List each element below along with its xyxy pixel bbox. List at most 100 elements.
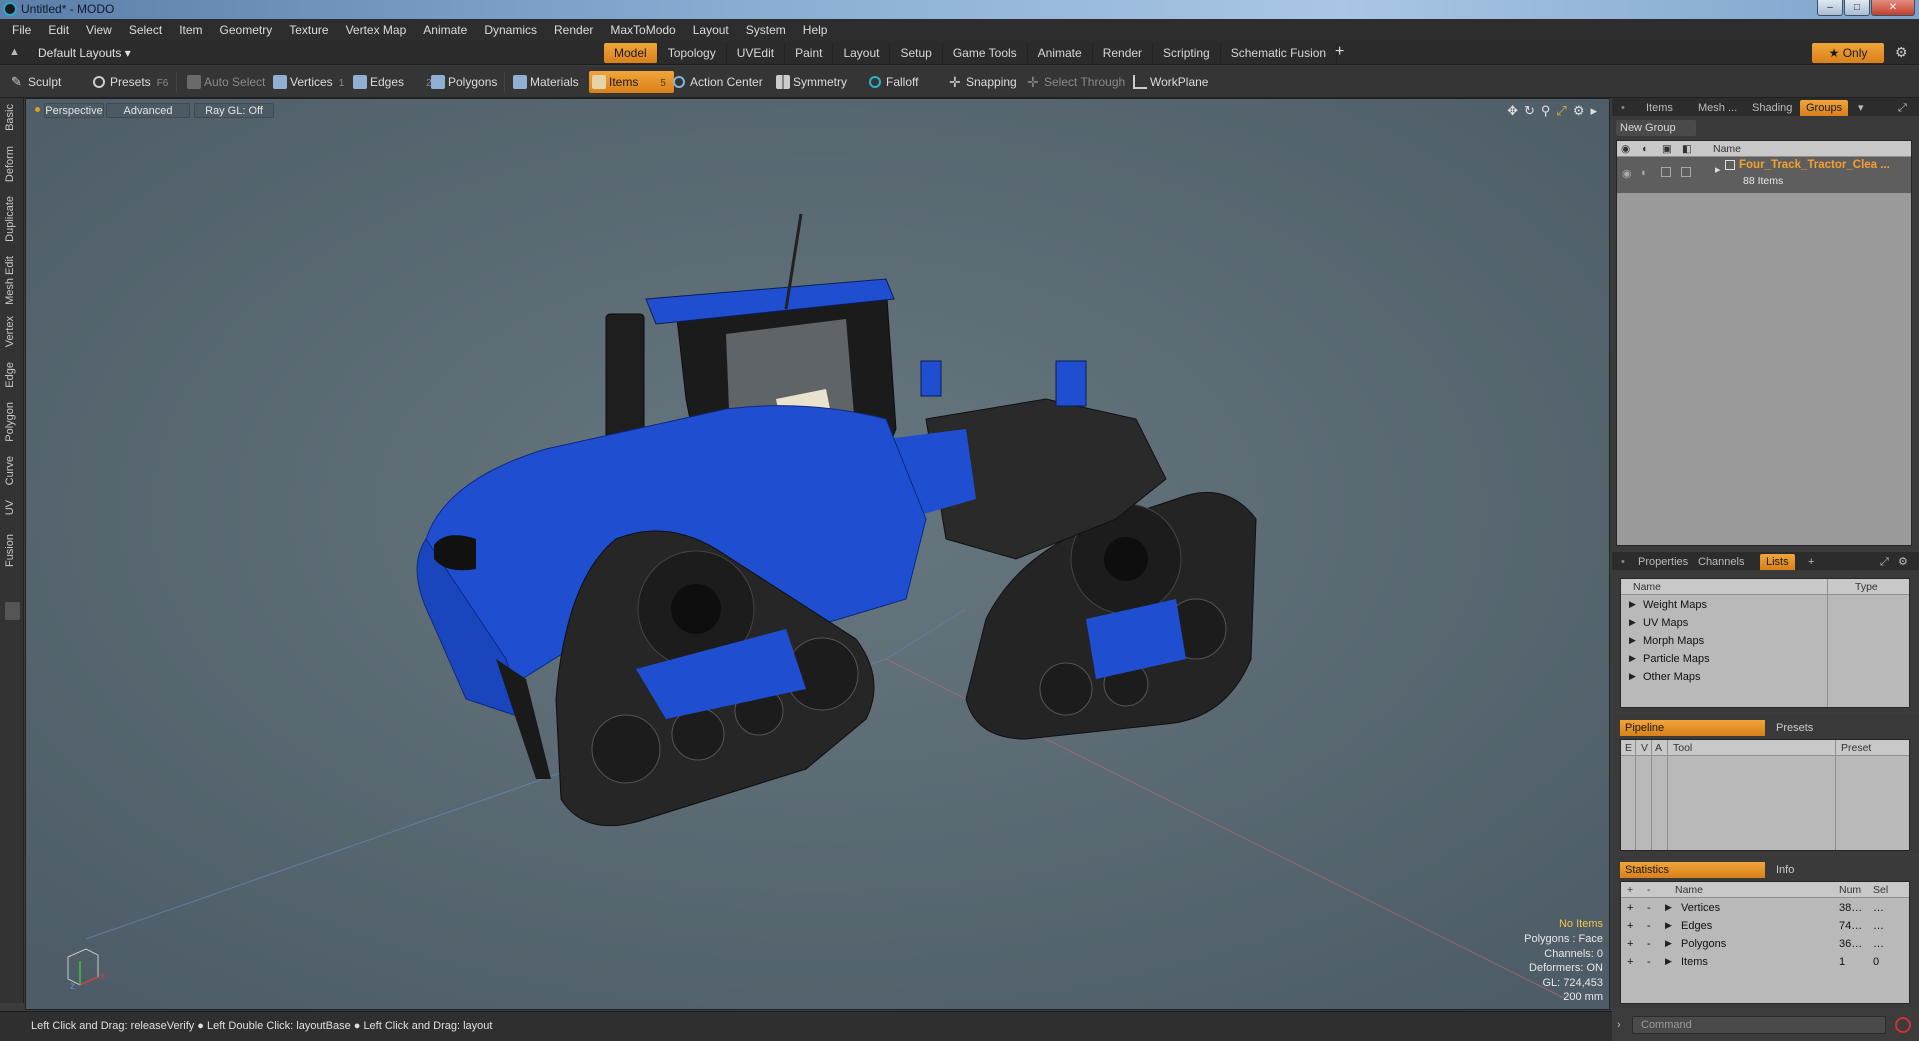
statistics-table[interactable]: + - Name Num Sel + - ▶ Vertices 38… … + … [1620, 881, 1910, 1004]
group-render-icon[interactable]: ◐ [1641, 167, 1648, 179]
only-button[interactable]: ★ Only [1812, 43, 1884, 63]
tab-items[interactable]: Items [1640, 100, 1679, 116]
edges-button[interactable]: Edges 2 [350, 71, 432, 93]
list-item[interactable]: ▶ Morph Maps [1621, 632, 1909, 650]
group-select-icon[interactable] [1681, 167, 1691, 177]
tab-schematic-fusion[interactable]: Schematic Fusion [1221, 43, 1338, 63]
list-item[interactable]: ▶ Weight Maps [1621, 596, 1909, 614]
list-item[interactable]: ▶ Particle Maps [1621, 650, 1909, 668]
group-lock-icon[interactable] [1661, 167, 1671, 177]
items-button[interactable]: Items 5 [589, 71, 674, 93]
tab-channels[interactable]: Channels [1692, 554, 1750, 570]
expand-arrow-icon[interactable]: ▶ [1665, 920, 1672, 931]
vtab-basic[interactable]: Basic [4, 104, 16, 131]
expand-arrow-icon[interactable]: ▶ [1665, 902, 1672, 913]
close-button[interactable]: ✕ [1871, 0, 1915, 16]
tab-groups[interactable]: Groups [1800, 100, 1849, 116]
vtab-polygon[interactable]: Polygon [4, 402, 16, 442]
pipeline-table[interactable]: E V A Tool Preset [1620, 739, 1910, 851]
menu-geometry[interactable]: Geometry [220, 23, 273, 37]
tab-uvedit[interactable]: UVEdit [727, 43, 786, 63]
polygons-button[interactable]: Polygons [428, 71, 497, 93]
tab-render[interactable]: Render [1093, 43, 1154, 63]
materials-button[interactable]: Materials [510, 71, 579, 93]
menu-dynamics[interactable]: Dynamics [484, 23, 537, 37]
vtab-mesh-edit[interactable]: Mesh Edit [4, 256, 16, 305]
expand-arrow-icon[interactable]: ▶ [1665, 938, 1672, 949]
gear-icon[interactable]: ⚙ [1895, 44, 1908, 61]
tab-lists[interactable]: Lists [1760, 554, 1795, 570]
menu-render[interactable]: Render [554, 23, 593, 37]
presets-button[interactable]: Presets F6 [90, 71, 168, 93]
vtab-fusion[interactable]: Fusion [4, 534, 16, 567]
table-row[interactable]: + - ▶ Polygons 36… … [1621, 935, 1909, 953]
viewport-settings-icon[interactable]: ⚙ [1573, 103, 1585, 119]
vtab-uv[interactable]: UV [4, 500, 16, 515]
action-center-button[interactable]: Action Center [670, 71, 763, 93]
vtab-duplicate[interactable]: Duplicate [4, 196, 16, 242]
table-row[interactable]: + - ▶ Vertices 38… … [1621, 899, 1909, 917]
rotate-icon[interactable]: ↻ [1524, 103, 1535, 119]
menu-layout[interactable]: Layout [693, 23, 729, 37]
minimize-button[interactable]: ‒ [1817, 0, 1843, 16]
shading-dropdown[interactable]: Advanced [106, 103, 190, 118]
vtab-curve[interactable]: Curve [4, 456, 16, 485]
list-item[interactable]: ▶ Other Maps [1621, 668, 1909, 686]
vtab-vertex[interactable]: Vertex [4, 316, 16, 347]
add-to-selection-icon[interactable]: + [1627, 938, 1633, 950]
panel-menu-dot[interactable]: • [1615, 100, 1631, 116]
remove-from-selection-icon[interactable]: - [1647, 956, 1651, 968]
panel-expand-icon[interactable]: ⤢ [1892, 100, 1913, 116]
zoom-icon[interactable]: ⚲ [1541, 103, 1551, 119]
workplane-button[interactable]: WorkPlane [1130, 71, 1208, 93]
tab-setup[interactable]: Setup [890, 43, 943, 63]
tab-shading[interactable]: Shading [1746, 100, 1798, 116]
add-to-selection-icon[interactable]: + [1627, 956, 1633, 968]
panel-dropdown-icon[interactable]: ▾ [1852, 100, 1870, 116]
vtab-edge[interactable]: Edge [4, 362, 16, 388]
vertices-button[interactable]: Vertices 1 [270, 71, 344, 93]
tab-model[interactable]: Model [604, 43, 658, 63]
menu-file[interactable]: File [12, 23, 31, 37]
snapping-button[interactable]: ✛ Snapping [946, 71, 1017, 93]
auto-select-button[interactable]: Auto Select [184, 71, 265, 93]
remove-from-selection-icon[interactable]: - [1647, 938, 1651, 950]
menu-vertex-map[interactable]: Vertex Map [346, 23, 407, 37]
menu-view[interactable]: View [86, 23, 112, 37]
pipeline-tab[interactable]: Pipeline [1620, 720, 1765, 736]
expand-arrow-icon[interactable]: ▶ [1665, 956, 1672, 967]
command-input[interactable]: Command [1632, 1016, 1886, 1034]
select-through-button[interactable]: ✛ Select Through [1024, 71, 1125, 93]
tab-properties[interactable]: Properties [1632, 554, 1694, 570]
layouts-dropdown[interactable]: Default Layouts ▾ [38, 46, 131, 60]
add-to-selection-icon[interactable]: + [1627, 902, 1633, 914]
add-panel-tab-icon[interactable]: + [1802, 554, 1820, 570]
expand-arrow-icon[interactable]: ▶ [1629, 671, 1636, 682]
groups-list[interactable]: ◉ ◐ ▣ ◧ Name ◉ ◐ ▸ Four_Track_Tractor_Cl… [1616, 140, 1912, 546]
expand-arrow-icon[interactable]: ▶ [1629, 617, 1636, 628]
maximize-button[interactable]: □ [1844, 0, 1870, 16]
tractor-model[interactable] [26, 99, 1610, 1010]
list-item[interactable]: ▶ UV Maps [1621, 614, 1909, 632]
strip-toggle-button[interactable] [5, 602, 20, 620]
menu-item[interactable]: Item [179, 23, 202, 37]
lists-table[interactable]: Name Type ▶ Weight Maps ▶ UV Maps ▶ Morph M… [1620, 578, 1910, 708]
table-row[interactable]: + - ▶ Edges 74… … [1621, 917, 1909, 935]
tab-mesh[interactable]: Mesh ... [1692, 100, 1743, 116]
menu-select[interactable]: Select [129, 23, 162, 37]
symmetry-button[interactable]: Symmetry [773, 71, 847, 93]
group-row[interactable]: ◉ ◐ ▸ Four_Track_Tractor_Clea ... 88 Ite… [1617, 157, 1911, 193]
menu-system[interactable]: System [746, 23, 786, 37]
new-group-button[interactable]: New Group [1616, 120, 1696, 136]
menu-maxtomodo[interactable]: MaxToModo [610, 23, 675, 37]
panel-menu-dot[interactable]: • [1615, 554, 1631, 570]
tab-animate[interactable]: Animate [1028, 43, 1093, 63]
vtab-deform[interactable]: Deform [4, 146, 16, 182]
menu-animate[interactable]: Animate [423, 23, 467, 37]
command-stop-icon[interactable] [1895, 1017, 1911, 1033]
tab-paint[interactable]: Paint [785, 43, 834, 63]
menu-edit[interactable]: Edit [48, 23, 69, 37]
tab-game-tools[interactable]: Game Tools [943, 43, 1028, 63]
maximize-view-icon[interactable]: ⤢ [1556, 103, 1566, 119]
menu-help[interactable]: Help [803, 23, 828, 37]
